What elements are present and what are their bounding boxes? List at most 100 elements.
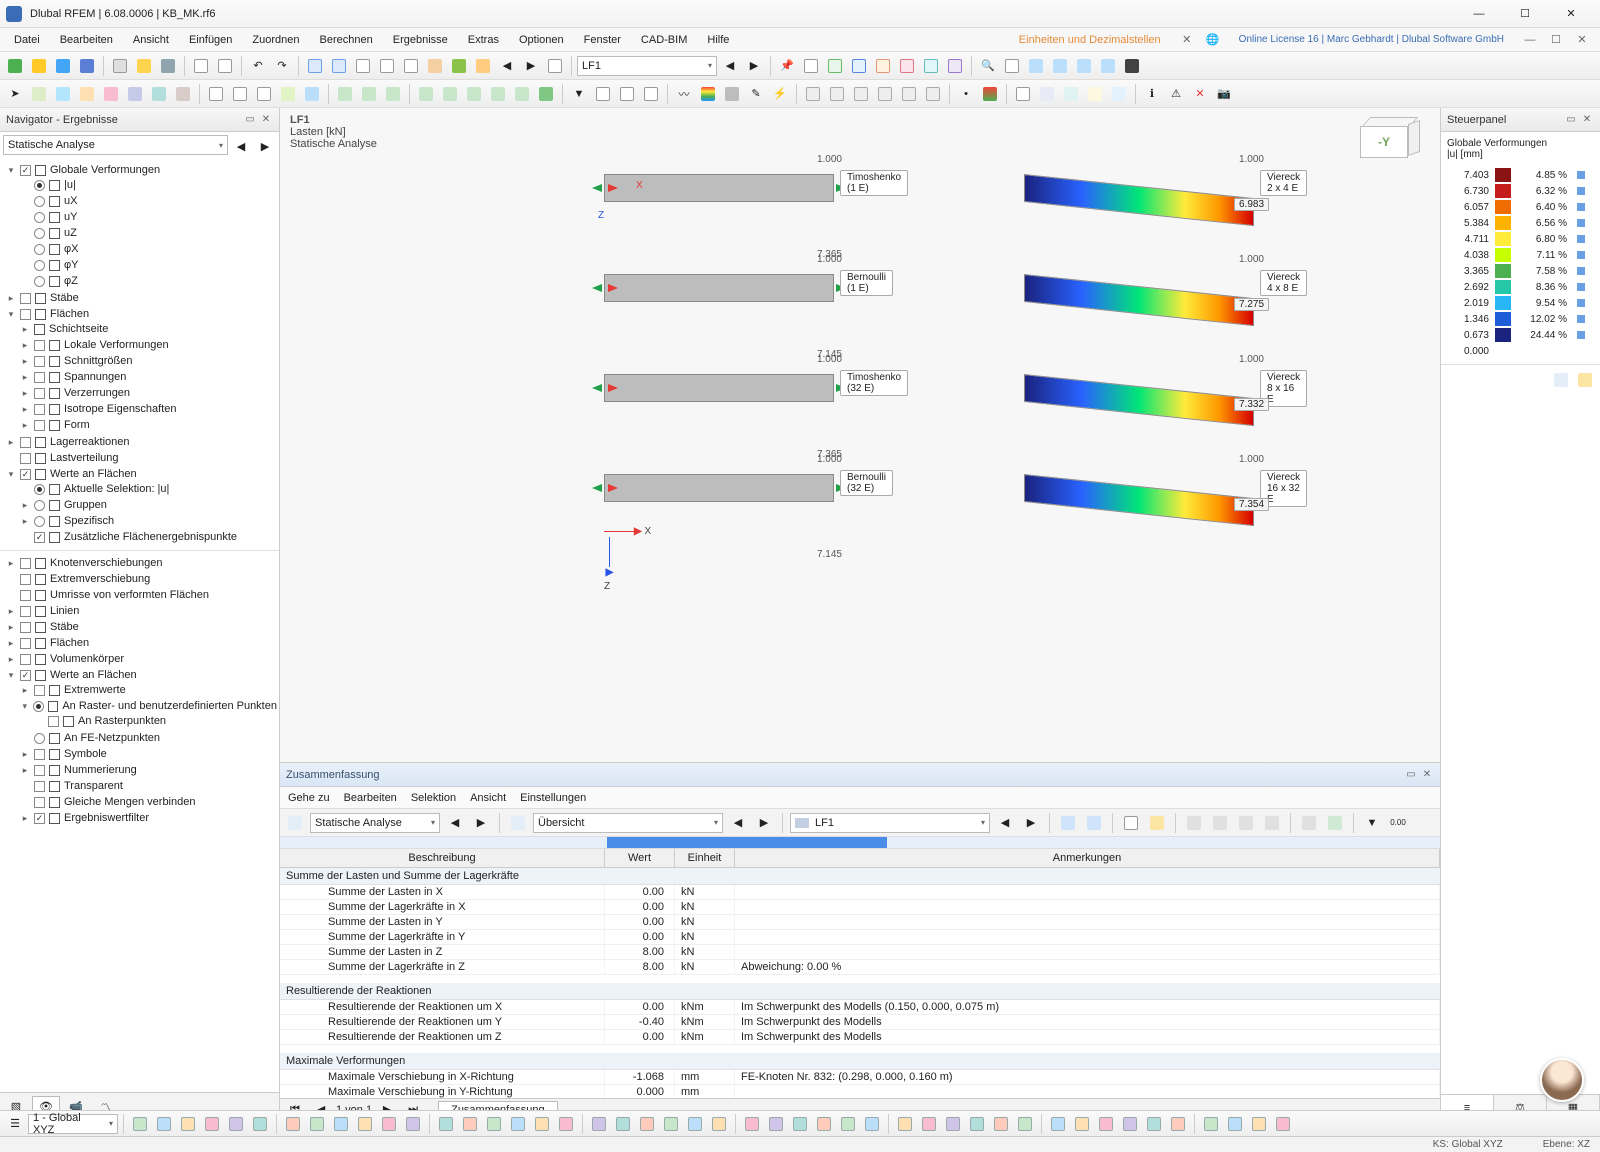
r-t21-icon[interactable] <box>535 83 557 105</box>
bb-tool-2-icon[interactable] <box>177 1113 199 1135</box>
steuer-close-icon[interactable]: ✕ <box>1580 113 1594 127</box>
table-row[interactable]: Resultierende der Reaktionen um Z 0.00 k… <box>280 1030 1440 1045</box>
geo3-icon[interactable] <box>872 55 894 77</box>
bb-tool-31-icon[interactable] <box>918 1113 940 1135</box>
menu-cadbim[interactable]: CAD-BIM <box>631 31 697 49</box>
st-num-icon[interactable]: 0.00 <box>1387 812 1409 834</box>
side-icon[interactable] <box>1097 55 1119 77</box>
steuer-pin-icon[interactable]: ▭ <box>1564 113 1578 127</box>
r-grid4-icon[interactable] <box>1084 83 1106 105</box>
bb-tool-5-icon[interactable] <box>249 1113 271 1135</box>
stop-icon[interactable] <box>544 55 566 77</box>
r-warn-icon[interactable]: ⚠ <box>1165 83 1187 105</box>
bb-tool-28-icon[interactable] <box>837 1113 859 1135</box>
navigator-close-icon[interactable]: ✕ <box>259 113 273 127</box>
top-icon[interactable] <box>1049 55 1071 77</box>
bb-tool-15-icon[interactable] <box>507 1113 529 1135</box>
redo-icon[interactable]: ↷ <box>271 55 293 77</box>
r-d6-icon[interactable] <box>922 83 944 105</box>
table-row[interactable]: Maximale Verschiebung in X-Richtung -1.0… <box>280 1070 1440 1085</box>
tree2-volumen[interactable]: Volumenkörper <box>50 653 124 665</box>
r-t3-icon[interactable] <box>76 83 98 105</box>
r-grid1-icon[interactable] <box>1012 83 1034 105</box>
bb-tool-22-icon[interactable] <box>684 1113 706 1135</box>
bb-tool-39-icon[interactable] <box>1119 1113 1141 1135</box>
r-t8-icon[interactable] <box>205 83 227 105</box>
globe-icon[interactable]: 🌐 <box>1203 32 1223 48</box>
mdi-min-icon[interactable]: — <box>1520 32 1540 48</box>
bb-tool-19-icon[interactable] <box>612 1113 634 1135</box>
tree-phix[interactable]: φX <box>64 243 78 255</box>
tree2-symbole[interactable]: Symbole <box>64 748 107 760</box>
bb-tool-4-icon[interactable] <box>225 1113 247 1135</box>
menu-ansicht[interactable]: Ansicht <box>123 31 179 49</box>
print-icon[interactable] <box>157 55 179 77</box>
bb-tool-44-icon[interactable] <box>1248 1113 1270 1135</box>
bb-tool-11-icon[interactable] <box>402 1113 424 1135</box>
tree2-knoten[interactable]: Knotenverschiebungen <box>50 557 163 569</box>
tree2-transp[interactable]: Transparent <box>64 780 123 792</box>
menu-ergebnisse[interactable]: Ergebnisse <box>383 31 458 49</box>
tree-phiy[interactable]: φY <box>64 259 78 271</box>
st-e-icon[interactable] <box>1183 812 1205 834</box>
bb-tool-35-icon[interactable] <box>1014 1113 1036 1135</box>
r-bolt-icon[interactable]: ⚡ <box>769 83 791 105</box>
r-t18-icon[interactable] <box>463 83 485 105</box>
tree2-extremw[interactable]: Extremwerte <box>64 684 126 696</box>
tree-aktuelle[interactable]: Aktuelle Selektion: |u| <box>64 483 169 495</box>
r-t15-icon[interactable] <box>382 83 404 105</box>
bb-tool-17-icon[interactable] <box>555 1113 577 1135</box>
r-edit-icon[interactable]: ✎ <box>745 83 767 105</box>
bb-tool-41-icon[interactable] <box>1167 1113 1189 1135</box>
tree-form[interactable]: Form <box>64 419 90 431</box>
r-grid2-icon[interactable] <box>1036 83 1058 105</box>
st-filter-icon[interactable]: ▼ <box>1361 812 1383 834</box>
st-i-icon[interactable] <box>1298 812 1320 834</box>
table-row[interactable]: Summe der Lagerkräfte in Y 0.00 kN <box>280 930 1440 945</box>
tree-schicht[interactable]: Schichtseite <box>49 323 108 335</box>
mdi-close-icon[interactable]: ✕ <box>1572 32 1592 48</box>
view3-icon[interactable] <box>352 55 374 77</box>
prev-result-icon[interactable]: ◀ <box>496 55 518 77</box>
bb-tool-20-icon[interactable] <box>636 1113 658 1135</box>
r-color-icon[interactable] <box>979 83 1001 105</box>
bb-tool-16-icon[interactable] <box>531 1113 553 1135</box>
menu-fenster[interactable]: Fenster <box>574 31 631 49</box>
tree2-stabe[interactable]: Stäbe <box>50 621 79 633</box>
st-b-icon[interactable] <box>1083 812 1105 834</box>
table-icon[interactable] <box>400 55 422 77</box>
st-combo3[interactable]: LF1 <box>790 813 990 833</box>
tree2-linien[interactable]: Linien <box>50 605 79 617</box>
tree-uz[interactable]: uZ <box>64 227 77 239</box>
tree-gruppen[interactable]: Gruppen <box>64 499 107 511</box>
bb-tool-34-icon[interactable] <box>990 1113 1012 1135</box>
nav-prev-icon[interactable]: ◀ <box>230 135 252 157</box>
bb-tool-1-icon[interactable] <box>153 1113 175 1135</box>
analysis-combo[interactable]: Statische Analyse <box>3 135 228 155</box>
bb-tool-26-icon[interactable] <box>789 1113 811 1135</box>
st-prev1-icon[interactable]: ◀ <box>444 812 466 834</box>
r-d5-icon[interactable] <box>898 83 920 105</box>
sm-gehezu[interactable]: Gehe zu <box>288 792 330 804</box>
r-t9-icon[interactable] <box>229 83 251 105</box>
st-icon1[interactable] <box>284 812 306 834</box>
grid-icon[interactable] <box>800 55 822 77</box>
st-prev2-icon[interactable]: ◀ <box>727 812 749 834</box>
table-row[interactable]: Summe der Lasten in Z 8.00 kN <box>280 945 1440 960</box>
nav-cube[interactable]: -Y <box>1348 114 1426 172</box>
bb-tool-23-icon[interactable] <box>708 1113 730 1135</box>
r-t2-icon[interactable] <box>52 83 74 105</box>
menu-extras[interactable]: Extras <box>458 31 509 49</box>
bb-tool-36-icon[interactable] <box>1047 1113 1069 1135</box>
check-icon[interactable] <box>448 55 470 77</box>
tree2-umrisse[interactable]: Umrisse von verformten Flächen <box>50 589 209 601</box>
r-d1-icon[interactable] <box>802 83 824 105</box>
table-row[interactable]: Maximale Verschiebung in Y-Richtung 0.00… <box>280 1085 1440 1098</box>
r-wave-icon[interactable]: 〰 <box>673 83 695 105</box>
bb-tool-25-icon[interactable] <box>765 1113 787 1135</box>
r-t4-icon[interactable] <box>100 83 122 105</box>
tree2-anraster[interactable]: An Raster- und benutzerdefinierten Punkt… <box>62 700 277 712</box>
bb-tool-10-icon[interactable] <box>378 1113 400 1135</box>
r-filter-icon[interactable]: ▼ <box>568 83 590 105</box>
list-icon[interactable] <box>190 55 212 77</box>
